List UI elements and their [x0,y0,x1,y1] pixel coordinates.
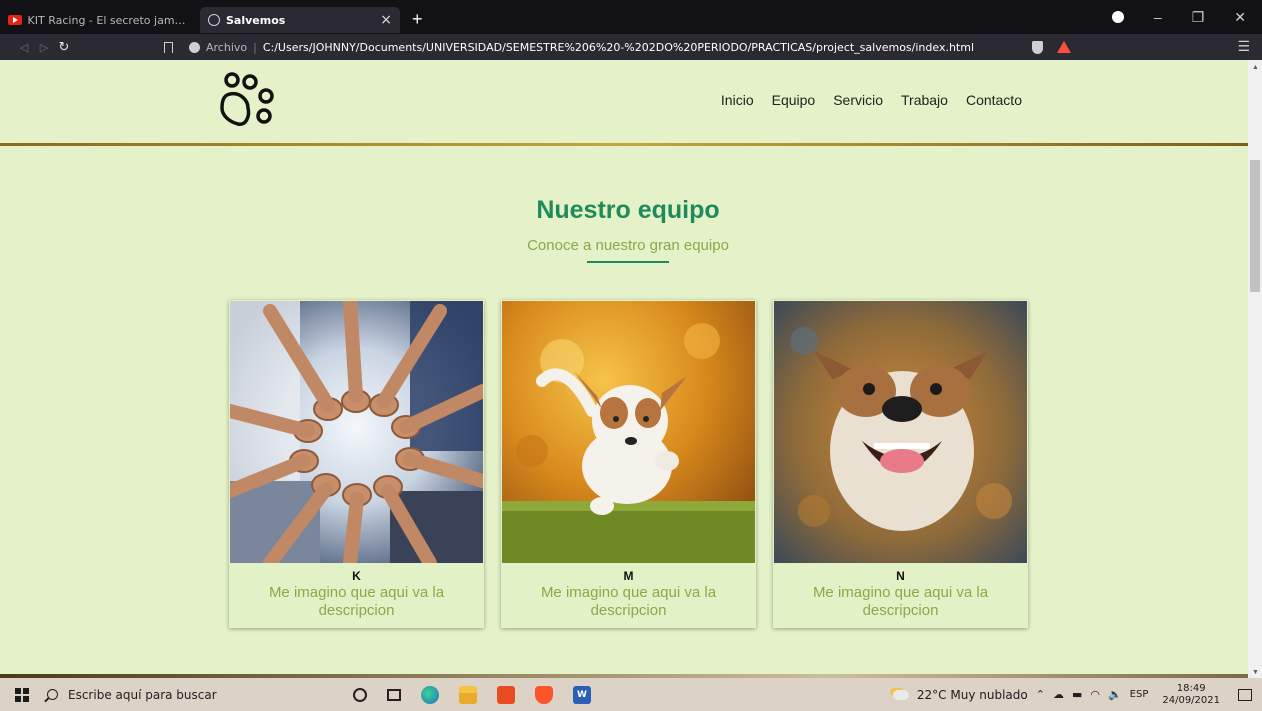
site-header: Inicio Equipo Servicio Trabajo Contacto [0,60,1248,146]
tab-close-button[interactable]: × [380,12,392,28]
word-icon[interactable]: W [573,685,591,704]
wifi-icon[interactable]: ◠ [1090,688,1100,701]
team-card-n: N Me imagino que aqui va la descripcion [773,300,1028,628]
taskbar-apps: W [353,685,591,704]
bulldog-photo [774,301,1027,563]
scroll-down-icon[interactable]: ▼ [1252,669,1259,676]
page-scrollbar[interactable]: ▲ ▼ [1248,60,1262,678]
page-viewport: Inicio Equipo Servicio Trabajo Contacto … [0,60,1248,678]
card-name: N [896,569,905,583]
back-icon[interactable]: ◁ [14,41,34,54]
menu-icon[interactable]: ☰ [1237,39,1250,55]
site-nav: Inicio Equipo Servicio Trabajo Contacto [721,92,1022,108]
file-explorer-icon[interactable] [459,685,477,704]
section-title: Nuestro equipo [536,196,720,224]
url-input[interactable]: C:/Users/JOHNNY/Documents/UNIVERSIDAD/SE… [263,41,974,54]
tab-title: KIT Racing - El secreto jamas contado [27,13,192,27]
notification-icon[interactable] [1238,688,1252,701]
tab-salvemos[interactable]: Salvemos × [200,7,400,33]
profile-icon[interactable] [1111,11,1124,23]
team-card-m: M Me imagino que aqui va la descripcion [501,300,756,628]
weather-icon[interactable] [892,689,909,700]
security-label: Archivo [206,40,248,54]
header-divider [0,143,1248,146]
cortana-icon[interactable] [353,687,367,702]
task-view-icon[interactable] [387,688,401,701]
globe-icon [208,14,220,26]
brave-rewards-icon[interactable] [1057,41,1072,53]
nav-equipo[interactable]: Equipo [772,92,816,108]
taskbar-search[interactable]: Escribe aquí para buscar [47,688,337,702]
minimize-button[interactable]: – [1154,9,1162,25]
close-window-button[interactable]: ✕ [1234,9,1246,26]
scroll-thumb[interactable] [1250,160,1260,292]
card-description: Me imagino que aqui va la descripcion [268,584,445,619]
nav-inicio[interactable]: Inicio [721,92,754,108]
address-toolbar: ◁ ▷ ↻ Archivo | C:/Users/JOHNNY/Document… [0,34,1262,60]
chevron-up-icon[interactable]: ⌃ [1036,688,1045,701]
info-icon[interactable] [189,41,200,53]
forward-icon[interactable]: ▷ [34,41,54,54]
clock[interactable]: 18:49 24/09/2021 [1162,683,1220,707]
search-icon [47,689,58,700]
windows-start-icon[interactable] [15,687,29,702]
system-tray: 22°C Muy nublado ⌃ ☁ ▬ ◠ 🔈 ESP 18:49 24/… [892,683,1262,707]
search-placeholder: Escribe aquí para buscar [68,687,217,702]
battery-icon[interactable]: ▬ [1072,688,1082,701]
clock-time: 18:49 [1176,682,1206,694]
nav-servicio[interactable]: Servicio [833,92,883,108]
card-description: Me imagino que aqui va la descripcion [812,584,989,619]
tab-kit-racing[interactable]: KIT Racing - El secreto jamas contado [0,7,200,33]
reload-icon[interactable]: ↻ [54,40,74,55]
paw-logo-icon[interactable] [216,70,280,130]
card-description: Me imagino que aqui va la descripcion [540,584,717,619]
language-indicator[interactable]: ESP [1130,689,1149,700]
jack-russell-puppy-photo [502,301,755,563]
edge-icon[interactable] [421,685,439,704]
maximize-button[interactable]: ❐ [1192,9,1205,26]
weather-text[interactable]: 22°C Muy nublado [917,688,1028,702]
tab-title: Salvemos [226,13,286,27]
scroll-up-icon[interactable]: ▲ [1252,64,1259,71]
browser-tab-bar: KIT Racing - El secreto jamas contado Sa… [0,0,1262,34]
title-underline [587,261,669,263]
windows-taskbar: Escribe aquí para buscar W 22°C Muy nubl… [0,678,1262,711]
youtube-icon [8,15,22,25]
card-name: M [623,569,634,583]
volume-icon[interactable]: 🔈 [1108,688,1122,701]
window-controls: – ❐ ✕ [1111,9,1262,26]
nav-trabajo[interactable]: Trabajo [901,92,948,108]
bookmark-icon[interactable] [164,41,173,53]
team-card-k: K Me imagino que aqui va la descripcion [229,300,484,628]
separator: | [253,40,257,54]
clock-date: 24/09/2021 [1162,694,1220,706]
office-icon[interactable] [497,685,515,704]
cloud-icon[interactable]: ☁ [1053,688,1064,701]
brave-shield-icon[interactable] [1032,40,1044,54]
nav-contacto[interactable]: Contacto [966,92,1022,108]
new-tab-button[interactable]: + [412,9,423,30]
team-hands-photo [230,301,483,563]
brave-browser-icon[interactable] [535,685,553,704]
card-name: K [352,569,361,583]
section-subtitle: Conoce a nuestro gran equipo [527,237,729,254]
